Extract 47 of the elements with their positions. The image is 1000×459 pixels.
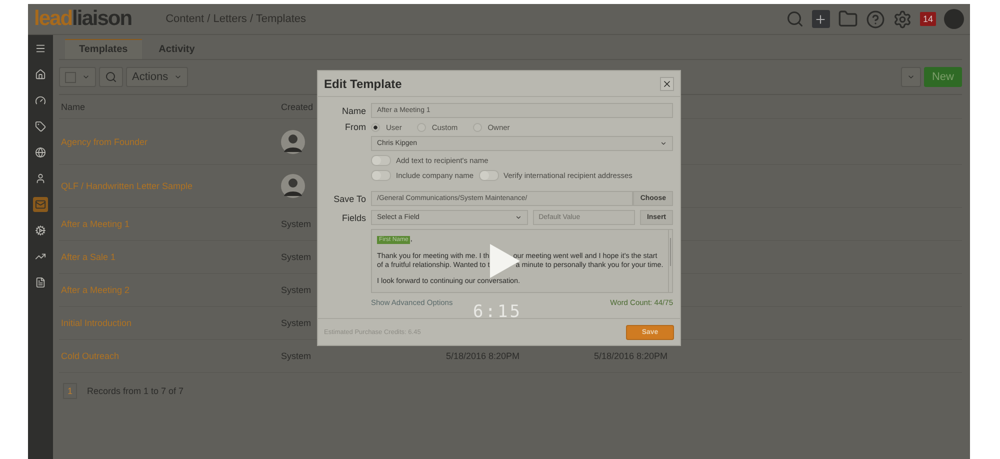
toggle-switch[interactable] [371, 155, 391, 166]
caret-icon [906, 73, 915, 81]
toggle-switch[interactable] [478, 170, 499, 181]
search-button[interactable] [99, 67, 123, 87]
search-icon [105, 71, 117, 83]
page-button[interactable]: 1 [63, 383, 77, 399]
folder-icon[interactable] [838, 9, 858, 29]
template-link[interactable]: Initial Introduction [61, 318, 132, 328]
toggle-switch[interactable] [371, 170, 391, 181]
add-button[interactable] [812, 10, 830, 28]
tag-icon[interactable] [33, 119, 48, 134]
gear-icon[interactable] [33, 223, 48, 238]
field-label: Name [340, 106, 366, 116]
search-icon[interactable] [786, 10, 804, 28]
field-label: Save To [332, 194, 366, 204]
caret-icon [174, 73, 182, 81]
template-link[interactable]: QLF / Handwritten Letter Sample [61, 181, 193, 191]
text-editor[interactable] [371, 229, 673, 293]
field-label: From [344, 122, 366, 132]
tab[interactable]: Templates [65, 39, 142, 59]
avatar-icon [281, 174, 305, 198]
envelope-icon[interactable] [33, 197, 48, 212]
template-link[interactable]: After a Meeting 2 [61, 285, 130, 295]
notification-badge[interactable]: 14 [920, 12, 936, 26]
home-icon[interactable] [33, 67, 48, 82]
template-link[interactable]: Cold Outreach [61, 351, 120, 361]
field-label: Fields [340, 212, 366, 222]
help-icon[interactable] [866, 10, 885, 28]
actions-dropdown[interactable]: Actions [126, 67, 188, 87]
plus-icon [814, 12, 828, 26]
dialog-title: Edit Template [324, 76, 402, 90]
caret-icon [82, 73, 90, 81]
globe-icon[interactable] [33, 145, 48, 160]
avatar[interactable] [944, 9, 964, 29]
template-link[interactable]: After a Meeting 1 [61, 219, 130, 229]
caret-icon [660, 140, 667, 147]
caret-icon [514, 214, 522, 221]
close-button[interactable] [660, 76, 674, 90]
radio-button[interactable] [371, 122, 380, 132]
new-button[interactable]: New [924, 67, 962, 87]
close-icon [662, 78, 672, 88]
avatar-icon [281, 130, 305, 154]
template-link[interactable]: Agency from Founder [61, 136, 148, 146]
settings-icon[interactable] [892, 10, 912, 28]
select-dropdown[interactable] [59, 67, 96, 87]
more-dropdown[interactable] [900, 67, 921, 87]
template-link[interactable]: After a Sale 1 [61, 252, 116, 262]
